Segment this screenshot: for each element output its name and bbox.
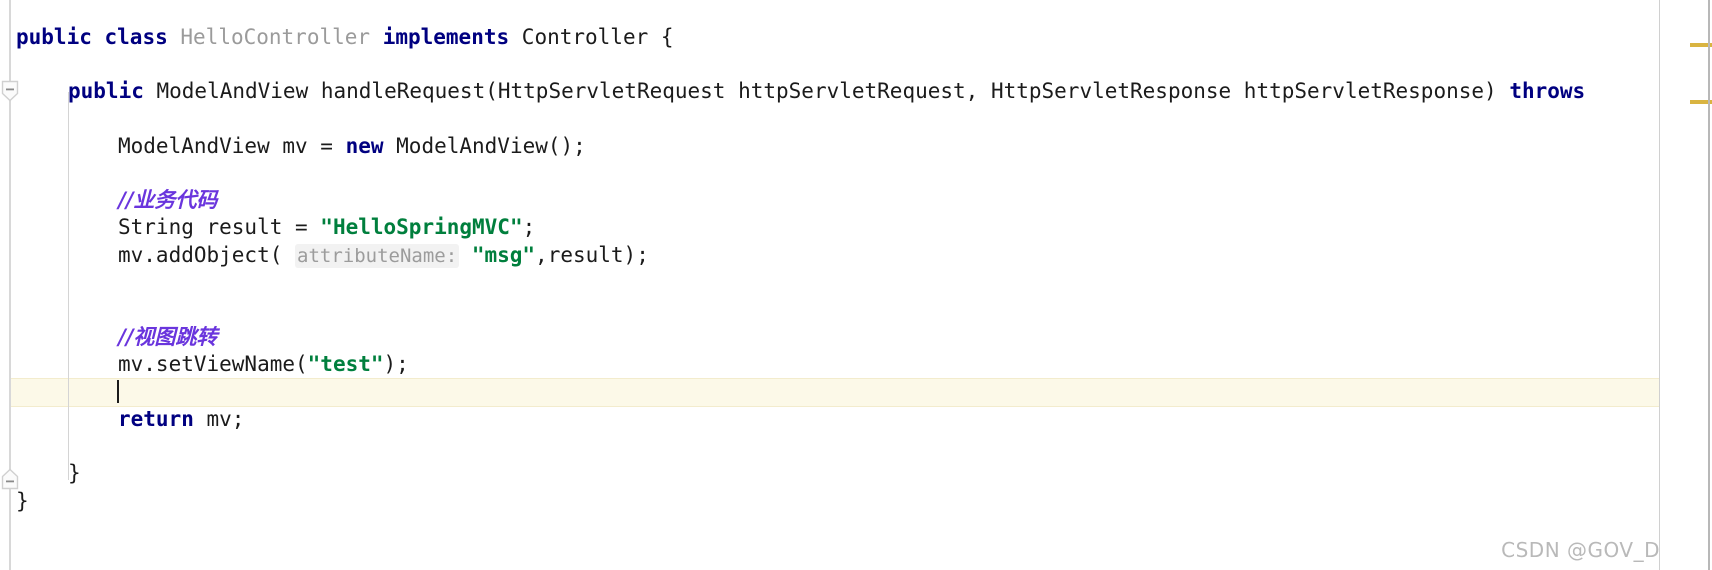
text-caret	[117, 380, 119, 403]
code-line[interactable]: mv.setViewName("test");	[118, 351, 409, 378]
code-line[interactable]: }	[16, 488, 29, 515]
token-keyword: throws	[1509, 79, 1586, 103]
code-line[interactable]: }	[68, 460, 81, 487]
code-line[interactable]: String result = "HelloSpringMVC";	[118, 214, 535, 241]
token-keyword: class	[104, 25, 168, 49]
scrollbar-divider	[1659, 0, 1660, 570]
token-plain: }	[16, 489, 29, 513]
token-string: "msg"	[471, 243, 536, 267]
token-plain: Controller {	[521, 25, 674, 49]
token-keyword: public	[68, 79, 144, 103]
code-content[interactable]: public class HelloController implements …	[11, 0, 1712, 570]
token-plain: ModelAndView();	[383, 134, 586, 158]
code-line[interactable]: mv.addObject( attributeName: "msg",resul…	[118, 242, 649, 269]
token-plain: mv.setViewName(	[118, 352, 308, 376]
code-line[interactable]: //业务代码	[118, 186, 217, 213]
token-plain: }	[68, 461, 81, 485]
token-string: "HelloSpringMVC"	[320, 215, 523, 239]
token-plain: );	[383, 352, 409, 376]
code-line[interactable]: return mv;	[118, 406, 244, 433]
token-keyword: new	[345, 134, 384, 158]
token-keyword: return	[118, 407, 194, 431]
token-class: HelloController	[180, 25, 371, 49]
token-string: "test"	[307, 352, 384, 376]
code-line[interactable]: public ModelAndView handleRequest(HttpSe…	[68, 78, 1585, 105]
token-plain: ;	[522, 215, 536, 239]
token-plain: mv;	[193, 407, 245, 431]
code-line[interactable]: public class HelloController implements …	[16, 24, 674, 51]
token-comment: //视图跳转	[118, 324, 218, 349]
csdn-watermark: CSDN @GOV_D	[1501, 538, 1660, 562]
token-keyword: public	[16, 25, 92, 49]
token-comment: //业务代码	[118, 187, 218, 212]
token-plain: ,result);	[535, 243, 649, 267]
editor-right-edge	[1708, 0, 1710, 570]
code-line[interactable]: //视图跳转	[118, 323, 217, 350]
token-hint: attributeName:	[295, 244, 460, 268]
token-plain: ModelAndView mv =	[118, 134, 346, 158]
token-keyword: implements	[382, 25, 510, 49]
token-plain: mv.addObject(	[118, 243, 296, 267]
code-editor[interactable]: public class HelloController implements …	[0, 0, 1712, 570]
token-plain: String result =	[118, 215, 321, 239]
token-plain: ModelAndView handleRequest(HttpServletRe…	[143, 79, 1510, 103]
code-line[interactable]: ModelAndView mv = new ModelAndView();	[118, 133, 586, 160]
